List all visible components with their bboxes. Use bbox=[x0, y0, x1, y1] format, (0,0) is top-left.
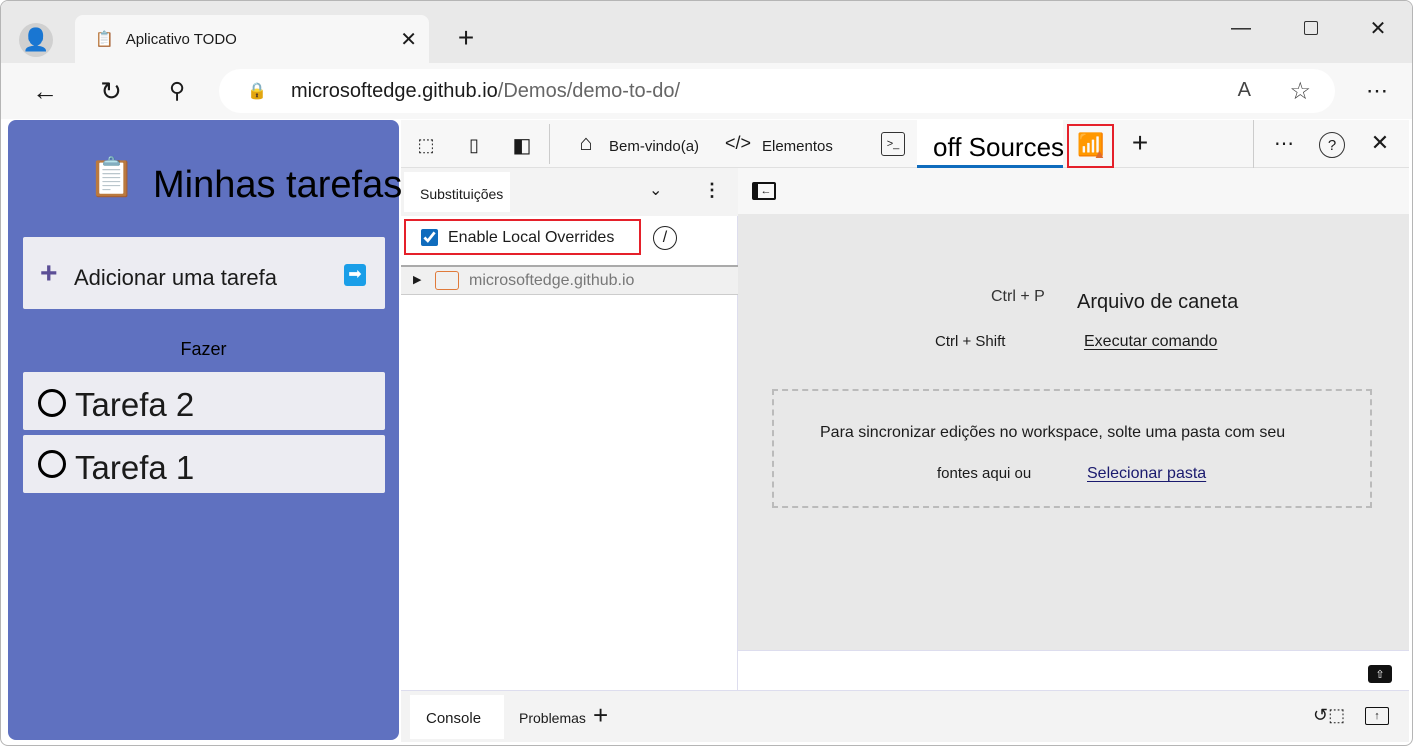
sources-sidebar: Substituições ⌄ ⋮ Enable Local Overrides… bbox=[401, 168, 738, 690]
search-icon[interactable]: ⚲ bbox=[161, 75, 193, 107]
submit-arrow-icon[interactable]: ➡ bbox=[344, 264, 366, 286]
shortcut-label[interactable]: Arquivo de caneta bbox=[1077, 291, 1238, 314]
drop-zone-text: fontes aqui ou bbox=[937, 465, 1032, 482]
minimize-button[interactable]: — bbox=[1226, 13, 1256, 43]
browser-tab[interactable]: 📋 Aplicativo TODO ✕ bbox=[75, 15, 429, 63]
drop-zone-text: Para sincronizar edições no workspace, s… bbox=[820, 424, 1286, 441]
toggle-debugger-icon[interactable]: ⇧ bbox=[1368, 665, 1392, 683]
inspect-icon[interactable]: ⬚ bbox=[413, 132, 439, 158]
close-window-button[interactable]: ✕ bbox=[1363, 13, 1393, 43]
todo-app: 📋 Minhas tarefas + Adicionar uma tarefa … bbox=[8, 120, 403, 740]
tab-sources-label: off Sources bbox=[933, 132, 1065, 162]
expand-drawer-icon[interactable]: ↑ bbox=[1365, 707, 1389, 725]
divider bbox=[1253, 120, 1254, 168]
folder-icon bbox=[435, 271, 459, 290]
address-bar[interactable]: 🔒 microsoftedge.github.io/Demos/demo-to-… bbox=[219, 69, 1335, 113]
task-item[interactable]: Tarefa 1 bbox=[23, 435, 385, 493]
divider bbox=[549, 124, 550, 164]
add-tab-icon[interactable]: + bbox=[1127, 127, 1153, 158]
shortcut-key: Ctrl + P bbox=[991, 288, 1045, 305]
toggle-navigator-icon[interactable]: ← bbox=[752, 182, 776, 200]
maximize-button[interactable] bbox=[1296, 13, 1326, 43]
task-item[interactable]: Tarefa 2 bbox=[23, 372, 385, 430]
tab-elements[interactable]: Elementos bbox=[762, 138, 833, 155]
refresh-icon[interactable]: ↻ bbox=[95, 75, 127, 107]
read-aloud-icon[interactable]: A bbox=[1238, 79, 1251, 102]
run-command-link[interactable]: Executar comando bbox=[1084, 333, 1217, 351]
section-heading: Fazer bbox=[180, 339, 227, 359]
sidebar-header: Substituições ⌄ ⋮ bbox=[401, 168, 738, 216]
dock-icon[interactable]: ◧ bbox=[509, 132, 535, 158]
add-task-button[interactable]: + Adicionar uma tarefa ➡ bbox=[23, 237, 385, 309]
tab-overrides[interactable]: Substituições bbox=[404, 172, 510, 212]
tab-welcome[interactable]: Bem-vindo(a) bbox=[609, 138, 699, 155]
enable-overrides-checkbox[interactable] bbox=[421, 229, 438, 246]
url-path: /Demos/demo-to-do/ bbox=[497, 79, 681, 102]
tab-issues[interactable]: Problemas bbox=[519, 710, 586, 726]
clear-overrides-icon[interactable]: / bbox=[653, 226, 677, 250]
drop-zone[interactable]: Para sincronizar edições no workspace, s… bbox=[772, 389, 1372, 508]
browser-window: 👤 📋 Aplicativo TODO ✕ + — ✕ ← ↻ ⚲ 🔒 micr… bbox=[0, 0, 1413, 746]
clipboard-icon: 📋 bbox=[95, 31, 114, 48]
tab-title: Aplicativo TODO bbox=[125, 30, 237, 48]
device-emulation-icon[interactable]: ▯ bbox=[461, 132, 487, 158]
url-host: microsoftedge.github.io bbox=[291, 79, 498, 102]
tab-console-label: Console bbox=[426, 710, 482, 727]
editor-toolbar: ← bbox=[738, 168, 1409, 214]
plus-icon: + bbox=[40, 257, 58, 290]
favorite-star-icon[interactable]: ☆ bbox=[1289, 77, 1311, 106]
editor-footer: ⇧ bbox=[738, 650, 1409, 690]
help-icon[interactable]: ? bbox=[1319, 132, 1345, 158]
kebab-menu-icon[interactable]: ⋮ bbox=[703, 180, 721, 201]
enable-overrides-label[interactable]: Enable Local Overrides bbox=[448, 229, 614, 247]
folder-name: microsoftedge.github.io bbox=[469, 272, 635, 289]
drawer-tabbar: Console Problemas + ↺⬚ ↑ bbox=[401, 690, 1409, 742]
back-icon[interactable]: ← bbox=[29, 75, 61, 107]
title-bar: 👤 📋 Aplicativo TODO ✕ + — ✕ bbox=[1, 1, 1412, 63]
network-warning-highlight[interactable]: 📶 ▲ bbox=[1067, 124, 1114, 168]
add-task-label: Adicionar uma tarefa bbox=[74, 265, 277, 290]
devtools-toolbar: ⬚ ▯ ◧ ⌂ Bem-vindo(a) </> Elementos >_ of… bbox=[401, 120, 1409, 168]
profile-avatar[interactable]: 👤 bbox=[19, 23, 53, 57]
task-label: Tarefa 1 bbox=[75, 449, 195, 486]
chevron-down-icon[interactable]: ⌄ bbox=[649, 180, 662, 200]
close-devtools-icon[interactable]: ✕ bbox=[1367, 130, 1393, 156]
devtools: ⬚ ▯ ◧ ⌂ Bem-vindo(a) </> Elementos >_ of… bbox=[401, 120, 1409, 742]
tab-console[interactable]: Console bbox=[410, 695, 504, 739]
tab-sources[interactable]: off Sources bbox=[917, 120, 1065, 168]
code-icon[interactable]: </> bbox=[725, 133, 751, 154]
folder-tree-item[interactable]: ▶ microsoftedge.github.io bbox=[401, 265, 738, 295]
move-drawer-icon[interactable]: ↺⬚ bbox=[1313, 705, 1345, 726]
task-circle-icon[interactable] bbox=[38, 389, 66, 417]
navigation-bar: ← ↻ ⚲ 🔒 microsoftedge.github.io/Demos/de… bbox=[1, 63, 1412, 119]
home-icon[interactable]: ⌂ bbox=[573, 130, 599, 156]
new-tab-button[interactable]: + bbox=[451, 22, 481, 53]
tab-overrides-label: Substituições bbox=[420, 186, 504, 202]
console-icon[interactable]: >_ bbox=[881, 132, 905, 156]
lock-icon[interactable]: 🔒 bbox=[247, 81, 267, 101]
clipboard-logo-icon: 📋 bbox=[88, 157, 136, 199]
select-folder-link[interactable]: Selecionar pasta bbox=[1087, 465, 1206, 483]
task-circle-icon[interactable] bbox=[38, 450, 66, 478]
more-menu-icon[interactable]: ⋯ bbox=[1361, 75, 1393, 107]
close-tab-icon[interactable]: ✕ bbox=[400, 27, 417, 52]
task-label: Tarefa 2 bbox=[75, 386, 195, 423]
add-drawer-tab-icon[interactable]: + bbox=[593, 700, 608, 731]
app-title: Minhas tarefas bbox=[153, 164, 403, 206]
warning-icon: ▲ bbox=[1093, 146, 1106, 161]
sources-main: ← Ctrl + P Arquivo de caneta Ctrl + Shif… bbox=[738, 168, 1409, 690]
expand-arrow-icon[interactable]: ▶ bbox=[413, 273, 421, 286]
shortcut-key: Ctrl + Shift bbox=[935, 333, 1006, 350]
more-tools-icon[interactable]: ⋯ bbox=[1271, 130, 1297, 156]
